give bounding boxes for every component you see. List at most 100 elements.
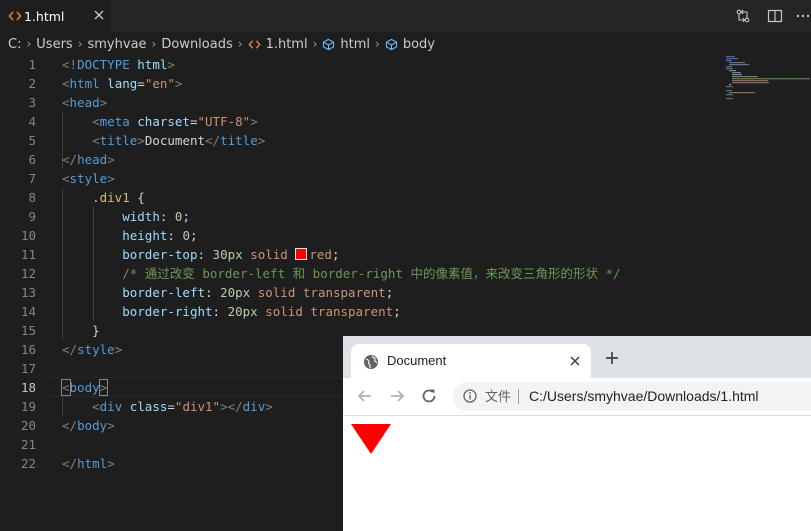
compare-changes-icon[interactable] [735,8,751,24]
address-bar[interactable]: 文件 C:/Users/smyhvae/Downloads/1.html [453,382,811,411]
line-number: 17 [20,361,36,376]
code-token: div [99,399,123,414]
back-icon[interactable] [356,387,374,405]
forward-icon[interactable] [388,387,406,405]
code-line[interactable]: 5 <title>Document</title> [0,131,811,150]
code-line[interactable]: 13 border-left: 20px solid transparent; [0,283,811,302]
code-token: ; [385,285,394,300]
editor-tab-1-html[interactable]: 1.html [0,0,111,32]
code-token: < [62,171,70,186]
code-token: 0 [182,228,190,243]
code-token: lang [107,76,138,91]
line-number: 10 [20,228,36,243]
code-token: = [189,114,198,129]
code-line[interactable]: 6 </head> [0,150,811,169]
code-line[interactable]: 14 border-right: 20px solid transparent; [0,302,811,321]
breadcrumb-file[interactable]: 1.html [247,37,308,52]
code-token: : [159,209,175,224]
line-number: 22 [20,456,36,471]
code-text: height: 0; [62,226,198,245]
code-token: title [99,133,138,148]
close-icon[interactable] [92,8,106,22]
editor-tab-bar: 1.html [0,0,811,32]
breadcrumb-users[interactable]: Users [36,37,72,52]
code-line[interactable]: 3 <head> [0,93,811,112]
color-swatch[interactable] [295,248,308,260]
code-token: html [137,57,168,72]
tab-title: 1.html [24,9,65,24]
code-text: <body> [61,378,109,397]
code-line[interactable]: 11 border-top: 30px solid red; [0,245,811,264]
code-token: solid [257,285,296,300]
code-token: > [98,379,109,396]
code-token: : [167,228,183,243]
code-token: "UTF-8" [197,114,251,129]
code-token: transparent [302,285,386,300]
line-number: 19 [20,399,36,414]
code-line[interactable]: 4 <meta charset="UTF-8"> [0,112,811,131]
code-token: solid [265,304,303,319]
code-text: border-top: 30px solid red; [62,245,339,264]
code-token: = [137,76,145,91]
line-number: 14 [20,304,36,319]
code-token: < [61,379,71,396]
new-tab-icon[interactable] [605,351,619,365]
reload-icon[interactable] [420,387,438,405]
info-icon[interactable] [463,389,477,403]
minimap[interactable] [724,55,810,105]
line-number: 20 [20,418,36,433]
code-text: </html> [62,454,115,473]
browser-tab-document[interactable]: Document [351,344,591,378]
code-token: title [220,133,258,148]
code-token: > [265,399,273,414]
line-number: 11 [20,247,36,262]
url-text[interactable]: C:/Users/smyhvae/Downloads/1.html [529,388,759,405]
code-token: > [107,456,115,471]
code-token: ; [189,228,198,243]
code-token: style [77,342,115,357]
code-text: <html lang="en"> [62,74,182,93]
chevron-right-icon: › [151,37,157,51]
code-token: > [167,57,175,72]
browser-tab-title: Document [387,353,447,368]
breadcrumb-drive[interactable]: C: [8,37,21,52]
code-token: < [92,133,100,148]
code-line[interactable]: 8 .div1 { [0,188,811,207]
code-token: "en" [144,76,175,91]
code-token: > [107,171,115,186]
breadcrumb-downloads[interactable]: Downloads [161,37,232,52]
breadcrumb-user[interactable]: smyhvae [88,37,147,52]
code-text: border-left: 20px solid transparent; [62,283,393,302]
page-viewport [343,416,811,531]
code-token: { [129,190,145,205]
browser-tab-strip: Document [343,336,811,378]
code-token: 30px [212,247,243,262]
code-token: < [62,95,70,110]
split-editor-icon[interactable] [767,8,783,24]
code-token: div [242,399,266,414]
code-text: </body> [62,416,115,435]
close-icon[interactable] [569,355,581,367]
code-token: body [77,418,108,433]
code-token: </ [62,152,78,167]
code-text: </head> [62,150,115,169]
code-line[interactable]: 7 <style> [0,169,811,188]
breadcrumb-html-element[interactable]: html [322,37,370,52]
code-line[interactable]: 9 width: 0; [0,207,811,226]
code-token: : [212,304,228,319]
breadcrumb-body-element[interactable]: body [385,37,435,52]
more-actions-icon[interactable] [795,8,811,24]
code-token: charset [137,114,190,129]
code-token: > [174,76,183,91]
code-token: border-top [122,247,198,262]
code-line[interactable]: 10 height: 0; [0,226,811,245]
code-token: "div1" [174,399,221,414]
code-line[interactable]: 1 <!DOCTYPE html> [0,55,811,74]
code-line[interactable]: 12 /* 通过改变 border-left 和 border-right 中的… [0,264,811,283]
code-line[interactable]: 2 <html lang="en"> [0,74,811,93]
line-number: 18 [20,380,36,395]
code-text: </style> [62,340,122,359]
